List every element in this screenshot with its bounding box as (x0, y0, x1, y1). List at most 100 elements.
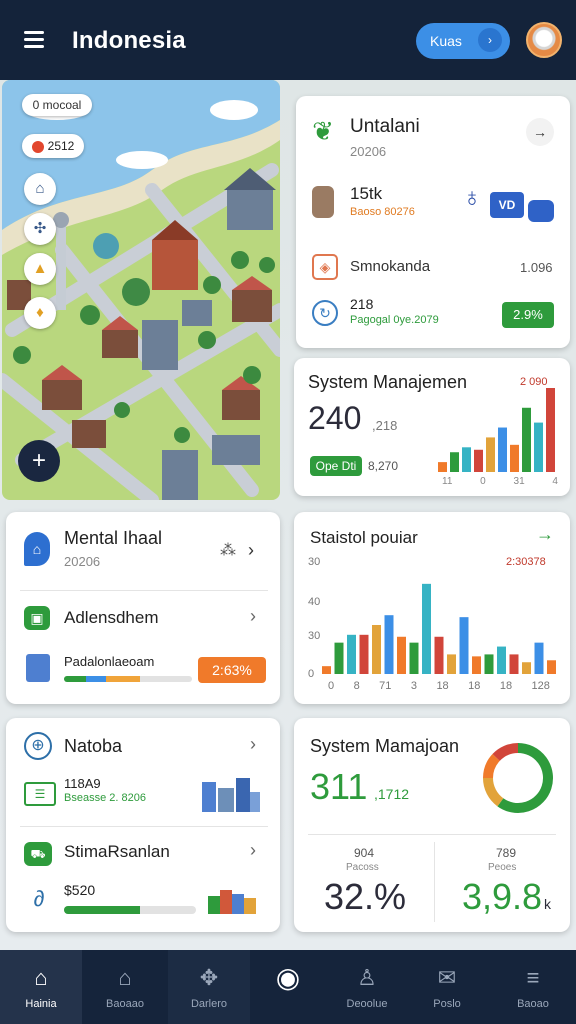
map-marker-button[interactable]: ♦ (24, 297, 56, 329)
donut-chart (483, 743, 553, 813)
row1-value: 15tk (350, 184, 383, 203)
bar (522, 407, 531, 472)
bar (534, 642, 544, 674)
bar (347, 634, 356, 674)
menu-icon[interactable] (24, 31, 44, 49)
chevron-right-icon[interactable]: › (250, 840, 256, 861)
donut-slice (483, 777, 504, 807)
map-chip-count[interactable]: 2512 (22, 134, 84, 158)
row2-label: Smnokanda (350, 258, 431, 275)
mental-card-title: Mental Ihaal (64, 528, 163, 548)
building-icon (312, 186, 334, 218)
network-icon: ✥ (199, 965, 219, 990)
system-card[interactable]: System Manajemen 2 090 240 ,218 Ope Dti … (294, 358, 570, 496)
stat2-value: 3,9.8 (462, 876, 543, 917)
statistic-chart-xlabels: 0 8 71 3 18 18 18 128 (328, 680, 550, 692)
bar (372, 625, 381, 674)
mental-card[interactable]: ⌂ Mental Ihaal 20206 ⁂ › ▣ Adlensdhem › … (6, 512, 280, 704)
map-layer-button[interactable]: ▲ (24, 253, 56, 285)
natoba-row2-value: 118A9 (64, 776, 101, 791)
nav-label: Poslo (433, 998, 461, 1010)
bar (447, 654, 456, 674)
status-badge: Ope Dti (310, 456, 362, 476)
add-button[interactable]: + (18, 440, 60, 482)
map-home-button[interactable]: ⌂ (24, 173, 56, 205)
row3-sub: Pagogal 0ye.2079 (350, 314, 439, 326)
bar (450, 452, 459, 472)
document-icon: ☰ (24, 782, 56, 806)
globe-icon: ⊕ (24, 732, 52, 760)
x-tick-label: 11 (442, 476, 453, 487)
summary-card-subvalue: ,1712 (374, 786, 410, 802)
bar (498, 427, 507, 472)
arrow-right-icon[interactable]: → (526, 118, 554, 146)
grid-icon[interactable]: ⁂ (220, 540, 236, 560)
map-move-button[interactable]: ✣ (24, 213, 56, 245)
row1-sub: Baoso 80276 (350, 206, 415, 218)
y-tick-label: 30 (308, 630, 321, 642)
heart-icon (31, 140, 44, 153)
stat2-top: 789 (496, 846, 517, 860)
nav-item-profile[interactable]: ♙ Deoolue (326, 950, 408, 1024)
cube-icon: ◈ (312, 254, 338, 280)
x-tick-label: 0 (480, 476, 486, 487)
nav-item-center[interactable]: ◉ (247, 950, 329, 1024)
nav-label: Deoolue (346, 998, 388, 1010)
statistic-card[interactable]: Staistol pouiar → 2:30378 30 40 30 0 0 8… (294, 512, 570, 704)
natoba-row3-label: StimaRsanlan (64, 842, 170, 861)
status-value: 8,270 (368, 459, 399, 473)
map-chip-count-value: 2512 (47, 139, 75, 153)
summary-card-title: System Mamajoan (310, 736, 460, 756)
statistic-card-corner: 2:30378 (506, 556, 546, 568)
y-tick-label: 30 (308, 556, 321, 568)
mental-row3-label: Padalonlaeoam (64, 654, 155, 669)
x-tick-label: 31 (513, 476, 525, 487)
chevron-right-icon: › (478, 28, 502, 52)
arrow-right-icon[interactable]: → (536, 524, 554, 545)
overview-card[interactable]: ❦ Untalani 20206 → 15tk Baoso 80276 ♁ VD… (296, 96, 570, 348)
nav-item-menu[interactable]: ≡ Baoao (492, 950, 574, 1024)
stat1-label: Pacoss (346, 862, 379, 873)
bar (497, 646, 506, 674)
natoba-card[interactable]: ⊕ Natoba › ☰ 118A9 Bseasse 2. 8206 ⛟ Sti… (6, 718, 280, 932)
nav-label: Darlero (190, 998, 228, 1010)
mental-row2-label: Adlensdhem (64, 608, 159, 627)
bar (459, 617, 469, 674)
y-tick-label: 40 (308, 596, 321, 608)
chevron-right-icon[interactable]: › (250, 606, 256, 627)
bar (546, 388, 555, 472)
x-tick-label: 8 (353, 680, 360, 692)
nav-item-messages[interactable]: ✉ Poslo (406, 950, 488, 1024)
power-icon: ◉ (275, 962, 301, 993)
mail-icon: ✉ (437, 965, 457, 990)
system-summary-card[interactable]: System Mamajoan 311 ,1712 904 Pacoss 32.… (294, 718, 570, 932)
map-chip-location[interactable]: 0 mocoal (22, 94, 92, 116)
x-tick-label: 18 (499, 680, 513, 692)
chart-icon (528, 200, 554, 222)
bar (422, 583, 431, 674)
system-bar-chart (438, 388, 555, 472)
divider (308, 834, 556, 835)
map-pin-icon: ⌂ (24, 532, 50, 566)
nav-label: Hainia (25, 998, 57, 1010)
avatar[interactable] (526, 22, 562, 58)
refresh-icon: ↻ (312, 300, 338, 326)
tag-badge: VD (490, 192, 524, 218)
nav-item-network[interactable]: ✥ Darlero (168, 950, 250, 1024)
system-chart-xlabels: 11 0 31 4 (442, 476, 558, 487)
building-icon (26, 654, 50, 682)
bar (462, 447, 471, 472)
system-card-subvalue: ,218 (372, 418, 398, 433)
image-icon: ▣ (24, 606, 50, 630)
nav-item-home[interactable]: ⌂ Hainia (0, 950, 82, 1024)
bar (438, 462, 447, 472)
row3-value: 218 (350, 296, 374, 312)
nav-item-places[interactable]: ⌂ Baoaao (84, 950, 166, 1024)
bar (510, 444, 519, 472)
bar (509, 654, 519, 674)
chevron-right-icon[interactable]: › (250, 734, 256, 755)
menu-icon: ≡ (526, 965, 540, 990)
location-pill-button[interactable]: Kuas › (416, 23, 510, 59)
mental-card-subtitle: 20206 (64, 554, 101, 569)
chevron-right-icon[interactable]: › (248, 540, 254, 561)
